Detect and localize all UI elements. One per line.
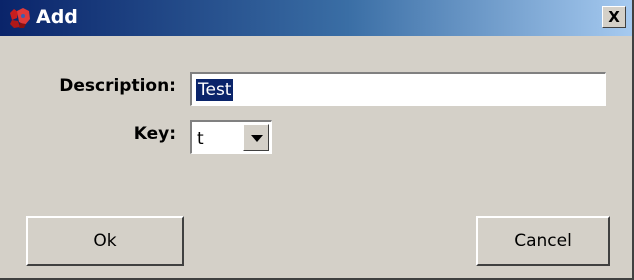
description-input[interactable]: Test: [190, 72, 606, 106]
description-label: Description:: [59, 76, 176, 96]
dialog-title: Add: [36, 6, 78, 28]
key-dropdown-button[interactable]: [243, 124, 269, 151]
description-selected-text: Test: [196, 79, 234, 101]
close-button[interactable]: X: [602, 6, 626, 28]
title-bar[interactable]: Add X: [0, 0, 632, 36]
close-icon: X: [608, 8, 620, 26]
ok-button[interactable]: Ok: [26, 216, 184, 266]
app-icon: [10, 8, 30, 28]
cancel-button[interactable]: Cancel: [476, 216, 610, 266]
chevron-down-icon: [251, 135, 263, 142]
key-select[interactable]: t: [190, 120, 272, 154]
add-dialog: Add X Description: Test Key: t Ok Cancel: [0, 0, 634, 280]
key-label: Key:: [133, 124, 176, 144]
key-selected-value: t: [197, 129, 204, 149]
